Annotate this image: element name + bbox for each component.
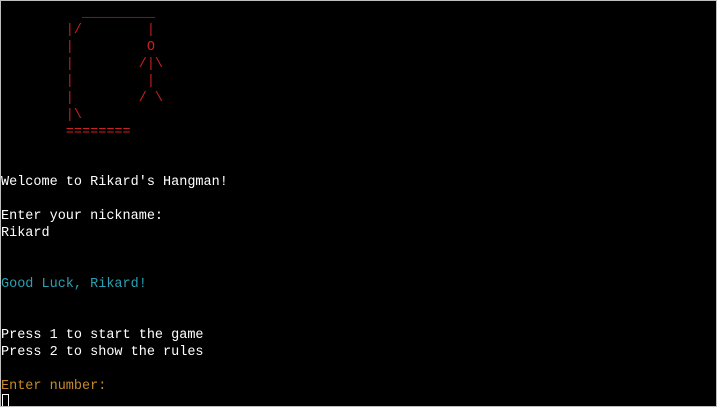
menu-option-show-rules: Press 2 to show the rules <box>1 345 204 360</box>
menu-option-start-game: Press 1 to start the game <box>1 328 204 343</box>
terminal-input-cursor[interactable] <box>2 394 9 406</box>
nickname-prompt: Enter your nickname: <box>1 209 164 224</box>
nickname-input-value: Rikard <box>1 226 50 241</box>
welcome-message: Welcome to Rikard's Hangman! <box>1 175 228 190</box>
hangman-ascii-art: _________ |/ | | O | /|\ | | | / \ |\ ==… <box>65 6 164 140</box>
terminal-window[interactable]: _________ |/ | | O | /|\ | | | / \ |\ ==… <box>0 0 717 407</box>
good-luck-message: Good Luck, Rikard! <box>1 277 147 292</box>
number-prompt: Enter number: <box>1 379 107 394</box>
